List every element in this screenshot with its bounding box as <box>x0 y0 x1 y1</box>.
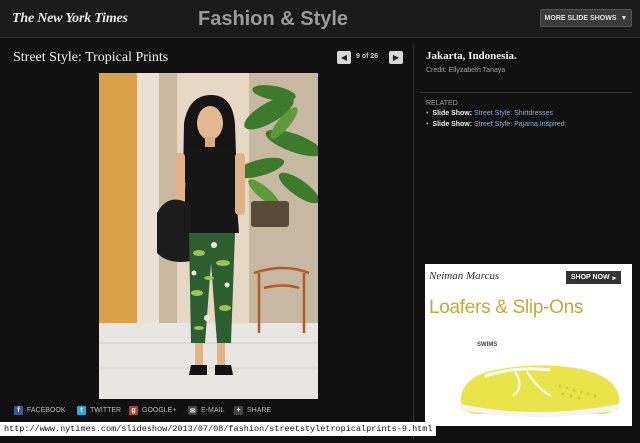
share-more-label: SHARE <box>247 407 272 414</box>
caption-divider <box>420 92 632 93</box>
related-link[interactable]: Street Style: Pajama Inspired <box>474 121 565 128</box>
share-email[interactable]: ✉ E-MAIL <box>188 406 224 415</box>
column-divider <box>413 44 414 439</box>
facebook-icon: f <box>14 406 23 415</box>
section-title[interactable]: Fashion & Style <box>198 8 348 31</box>
slide-photo-illustration <box>99 73 318 399</box>
share-facebook-label: FACEBOOK <box>27 407 66 414</box>
envelope-icon: ✉ <box>188 406 197 415</box>
arrow-right-icon: ▸ <box>612 274 617 282</box>
bullet-icon: • <box>426 121 429 128</box>
advertisement[interactable]: Neiman Marcus SHOP NOW ▸ Loafers & Slip-… <box>425 264 632 426</box>
caret-down-icon: ▼ <box>620 14 628 22</box>
arrow-left-icon: ◀ <box>340 53 348 62</box>
share-icon: + <box>234 406 243 415</box>
status-bar-url: http://www.nytimes.com/slideshow/2013/07… <box>0 422 437 436</box>
more-slide-shows-button[interactable]: MORE SLIDE SHOWS ▼ <box>540 9 632 27</box>
share-google-label: GOOGLE+ <box>142 407 177 414</box>
ad-shop-now-label: SHOP NOW <box>570 274 610 281</box>
share-email-label: E-MAIL <box>201 407 225 414</box>
arrow-right-icon: ▶ <box>392 53 400 62</box>
related-link[interactable]: Street Style: Shirtdresses <box>474 110 553 117</box>
share-twitter[interactable]: t TWITTER <box>77 406 121 415</box>
loafer-shoe-image <box>460 365 620 417</box>
caption-location: Jakarta, Indonesia. <box>426 50 517 62</box>
slideshow-title: Street Style: Tropical Prints <box>13 50 169 65</box>
slide-counter: 9 of 26 <box>356 53 379 60</box>
twitter-icon: t <box>77 406 86 415</box>
next-slide-button[interactable]: ▶ <box>389 51 403 64</box>
share-twitter-label: TWITTER <box>90 407 122 414</box>
related-heading: RELATED <box>426 100 458 107</box>
photo-credit: Credit: Ellyzabeth Tanaya <box>426 67 506 74</box>
ad-headline: Loafers & Slip-Ons <box>429 297 584 318</box>
ad-brand-logo: Neiman Marcus <box>429 270 500 282</box>
nyt-logo[interactable]: The New York Times <box>12 11 128 27</box>
ad-shop-now-button[interactable]: SHOP NOW ▸ <box>566 271 621 284</box>
share-facebook[interactable]: f FACEBOOK <box>14 406 66 415</box>
related-kind: Slide Show: <box>432 121 473 128</box>
top-bar: The New York Times Fashion & Style MORE … <box>0 0 640 38</box>
more-slide-shows-label: MORE SLIDE SHOWS <box>544 14 617 22</box>
bullet-icon: • <box>426 110 429 117</box>
related-item[interactable]: • Slide Show: Street Style: Pajama Inspi… <box>426 121 565 128</box>
share-more[interactable]: + SHARE <box>234 406 271 415</box>
share-google-plus[interactable]: g GOOGLE+ <box>129 406 176 415</box>
previous-slide-button[interactable]: ◀ <box>337 51 351 64</box>
google-plus-icon: g <box>129 406 138 415</box>
related-item[interactable]: • Slide Show: Street Style: Shirtdresses <box>426 110 553 117</box>
related-kind: Slide Show: <box>432 110 473 117</box>
slide-photo[interactable] <box>99 73 318 399</box>
